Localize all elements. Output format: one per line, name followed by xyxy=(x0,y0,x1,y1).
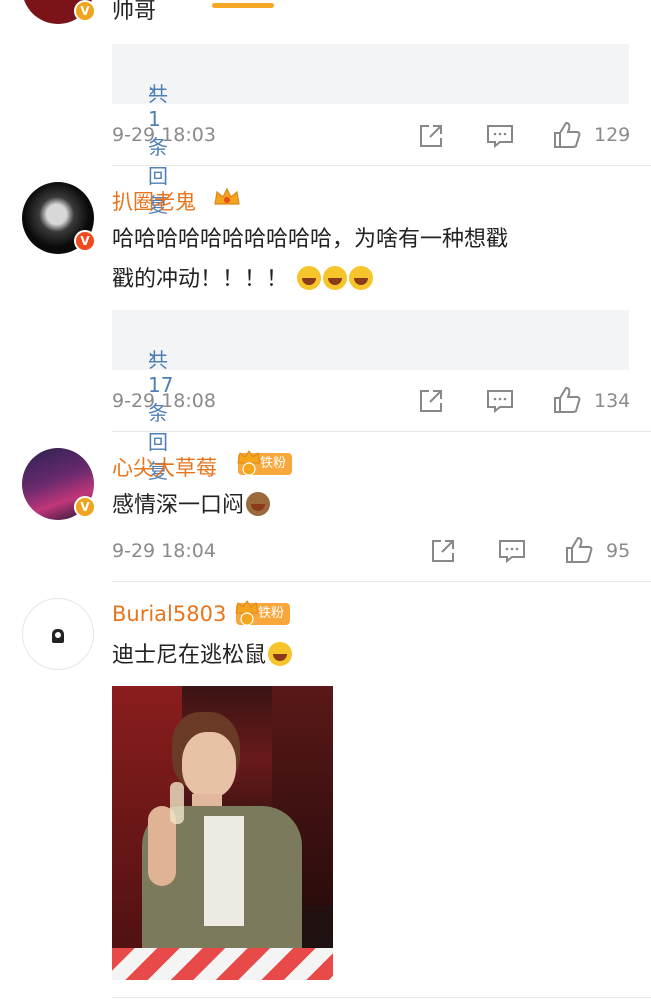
divider xyxy=(112,431,651,432)
comment-text-body: 感情深一口闷 xyxy=(112,493,245,518)
divider xyxy=(112,165,651,166)
like-count: 129 xyxy=(594,124,631,146)
username[interactable]: 扒圈老鬼 xyxy=(112,186,196,216)
chevron-right-icon: › xyxy=(148,344,156,368)
avatar[interactable]: V xyxy=(22,448,96,520)
laughing-emoji-icon xyxy=(323,266,348,290)
comment-text: 感情深一口闷 xyxy=(112,486,271,526)
fan-badge: 铁粉 xyxy=(235,600,291,626)
comment-icon[interactable] xyxy=(486,389,514,413)
share-icon[interactable] xyxy=(418,388,444,414)
reply-summary[interactable]: 共17条回复 › xyxy=(112,310,629,483)
scroll-indicator xyxy=(212,3,274,8)
laughing-emoji-icon xyxy=(297,266,322,290)
fan-badge-label: 铁粉 xyxy=(260,456,287,471)
laughing-emoji-icon xyxy=(349,266,374,290)
crown-icon xyxy=(214,187,240,205)
avatar[interactable]: V xyxy=(22,182,96,254)
comment-text: 帅哥 xyxy=(112,0,157,24)
comment-text: 哈哈哈哈哈哈哈哈哈哈，为啥有一种想戳 戳的冲动！！！！ xyxy=(112,220,632,300)
fan-badge-label: 铁粉 xyxy=(258,606,285,621)
avatar[interactable]: V xyxy=(22,0,96,24)
fan-badge: 铁粉 xyxy=(237,450,293,476)
comment-icon[interactable] xyxy=(486,124,514,148)
timestamp: 9-29 18:04 xyxy=(112,540,216,562)
comment-text-line2: 戳的冲动！！！！ xyxy=(112,267,289,292)
grinning-emoji-icon xyxy=(268,642,293,666)
username[interactable]: Burial5803 xyxy=(112,602,226,626)
verified-icon: V xyxy=(74,0,96,22)
chevron-right-icon: › xyxy=(148,78,156,102)
divider xyxy=(112,997,651,998)
timestamp: 9-29 18:03 xyxy=(112,124,216,146)
like-count: 134 xyxy=(594,390,631,412)
comment-text: 迪士尼在逃松鼠 xyxy=(112,636,293,676)
comment-text-line1: 哈哈哈哈哈哈哈哈哈哈，为啥有一种想戳 xyxy=(112,227,509,252)
comment-icon[interactable] xyxy=(498,539,526,563)
comment-text-body: 迪士尼在逃松鼠 xyxy=(112,643,267,668)
like-icon[interactable] xyxy=(552,120,582,150)
like-icon[interactable] xyxy=(552,385,582,415)
verified-icon: V xyxy=(74,496,96,518)
crown-icon xyxy=(235,600,259,626)
like-count: 95 xyxy=(606,540,631,562)
crown-icon xyxy=(237,450,261,476)
timestamp: 9-29 18:08 xyxy=(112,390,216,412)
monkey-emoji-icon xyxy=(246,492,271,516)
reply-summary[interactable]: 共1条回复 › xyxy=(112,44,629,217)
verified-icon: V xyxy=(74,230,96,252)
avatar[interactable] xyxy=(22,598,94,670)
username[interactable]: 心尖大草莓 xyxy=(112,452,217,482)
share-icon[interactable] xyxy=(418,123,444,149)
divider xyxy=(112,581,651,582)
share-icon[interactable] xyxy=(430,538,456,564)
like-icon[interactable] xyxy=(564,535,594,565)
comment-image[interactable] xyxy=(112,686,333,980)
